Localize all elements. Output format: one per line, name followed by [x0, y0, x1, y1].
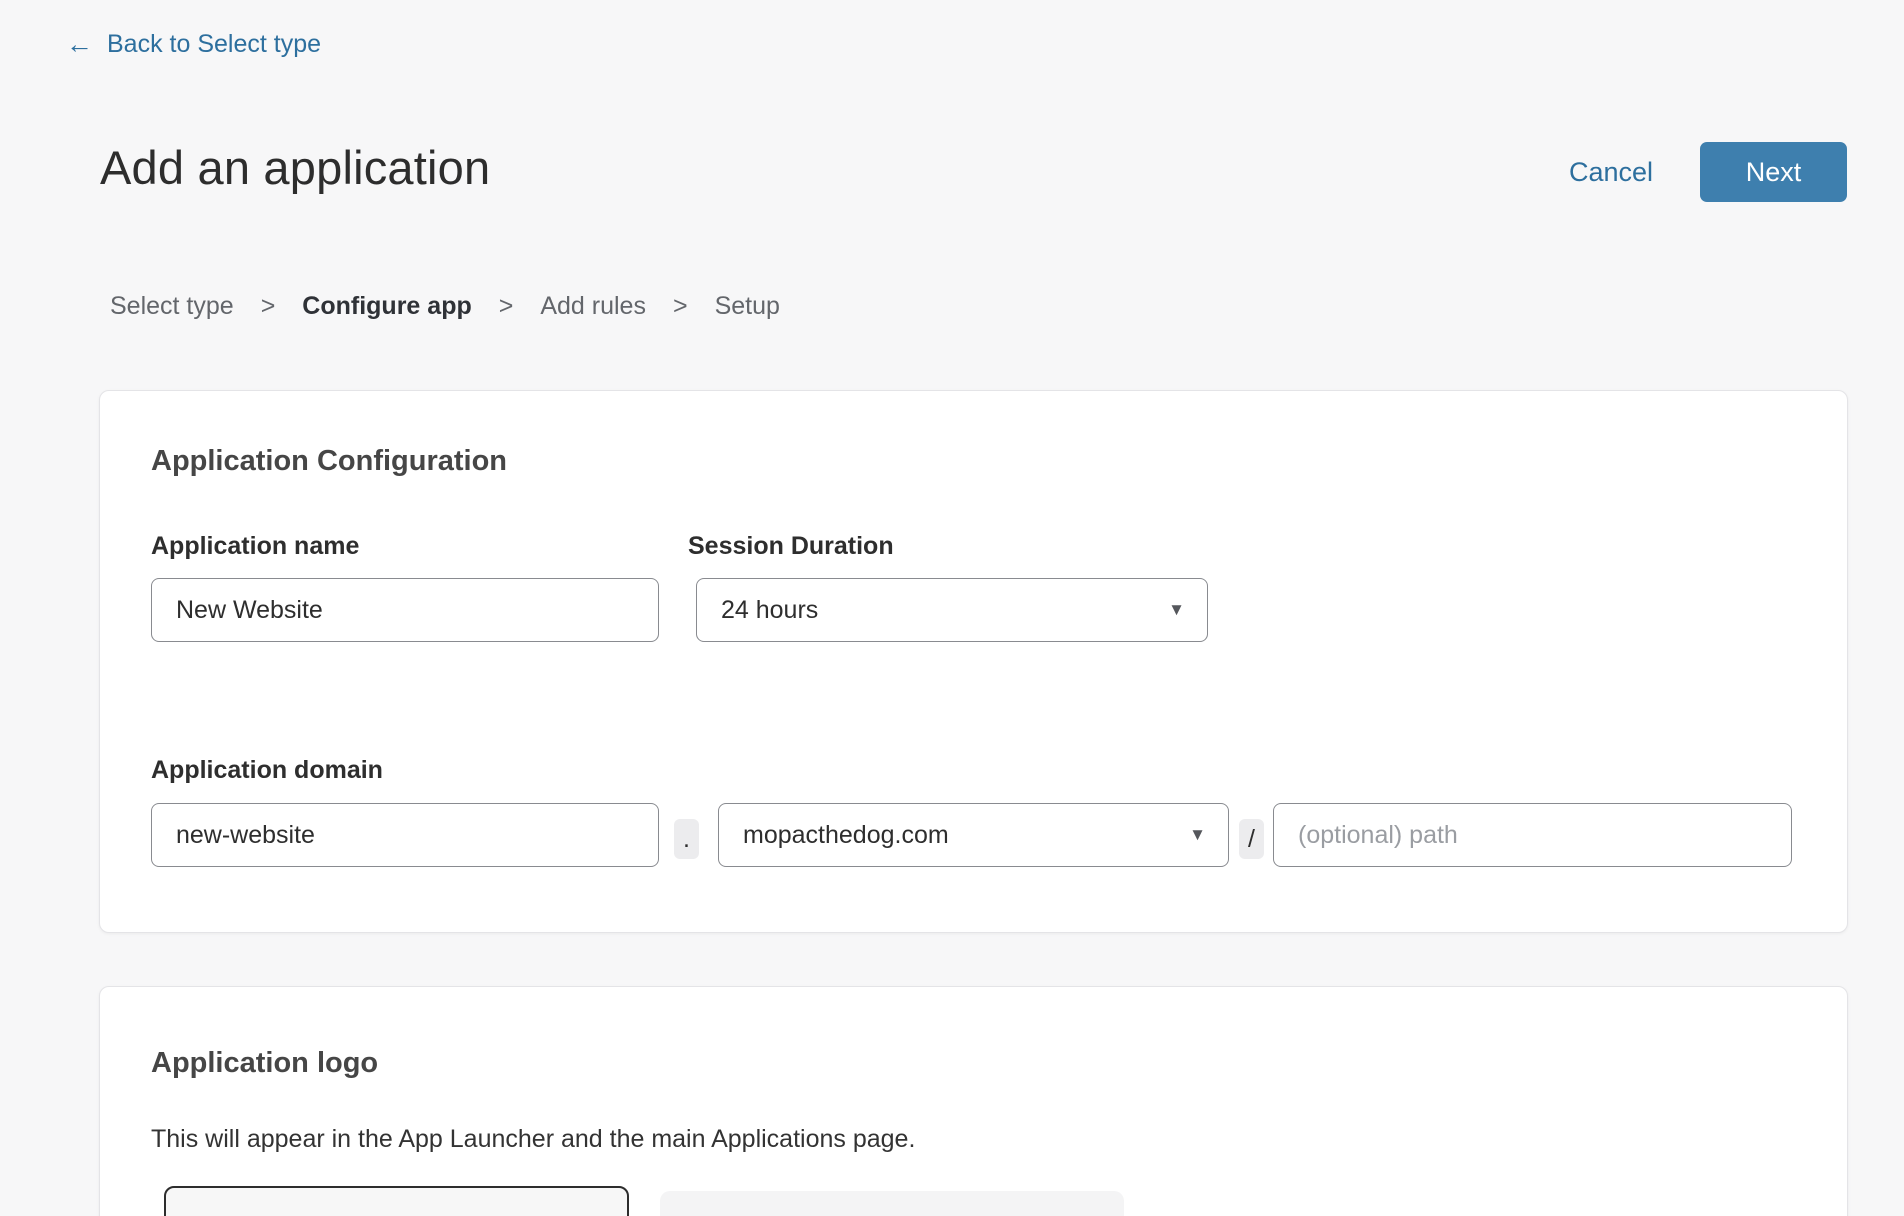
logo-option-upload[interactable]	[660, 1191, 1124, 1216]
application-logo-card: Application logo This will appear in the…	[99, 986, 1848, 1216]
cancel-button[interactable]: Cancel	[1569, 157, 1653, 188]
configuration-card-heading: Application Configuration	[151, 445, 507, 478]
logo-option-selected[interactable]	[164, 1186, 629, 1216]
logo-card-heading: Application logo	[151, 1047, 378, 1080]
chevron-down-icon: ▼	[1189, 825, 1206, 845]
session-duration-select[interactable]: 24 hours ▼	[696, 578, 1208, 642]
breadcrumb-separator: >	[673, 292, 688, 321]
dot-separator: .	[674, 819, 699, 859]
slash-separator: /	[1239, 819, 1264, 859]
application-domain-label: Application domain	[151, 756, 383, 785]
breadcrumb-step-select-type[interactable]: Select type	[110, 292, 234, 321]
path-input[interactable]	[1273, 803, 1792, 867]
application-configuration-card: Application Configuration Application na…	[99, 390, 1848, 933]
back-to-select-type-link[interactable]: ← Back to Select type	[66, 30, 321, 59]
chevron-down-icon: ▼	[1168, 600, 1185, 620]
subdomain-input[interactable]	[151, 803, 659, 867]
add-application-page: ← Back to Select type Add an application…	[0, 0, 1904, 1216]
next-button[interactable]: Next	[1700, 142, 1847, 202]
wizard-breadcrumb: Select type > Configure app > Add rules …	[110, 292, 780, 321]
breadcrumb-separator: >	[499, 292, 514, 321]
back-arrow-icon: ←	[66, 31, 93, 58]
domain-select[interactable]: mopacthedog.com ▼	[718, 803, 1229, 867]
header-actions: Cancel Next	[1569, 142, 1847, 202]
logo-card-description: This will appear in the App Launcher and…	[151, 1125, 915, 1154]
application-name-label: Application name	[151, 532, 359, 561]
application-name-input[interactable]	[151, 578, 659, 642]
domain-value: mopacthedog.com	[743, 821, 949, 850]
breadcrumb-step-configure-app[interactable]: Configure app	[302, 292, 471, 321]
session-duration-label: Session Duration	[688, 532, 894, 561]
breadcrumb-step-setup[interactable]: Setup	[715, 292, 780, 321]
page-title: Add an application	[100, 140, 490, 195]
session-duration-value: 24 hours	[721, 596, 818, 625]
breadcrumb-separator: >	[261, 292, 276, 321]
breadcrumb-step-add-rules[interactable]: Add rules	[540, 292, 646, 321]
back-link-label: Back to Select type	[107, 30, 321, 59]
